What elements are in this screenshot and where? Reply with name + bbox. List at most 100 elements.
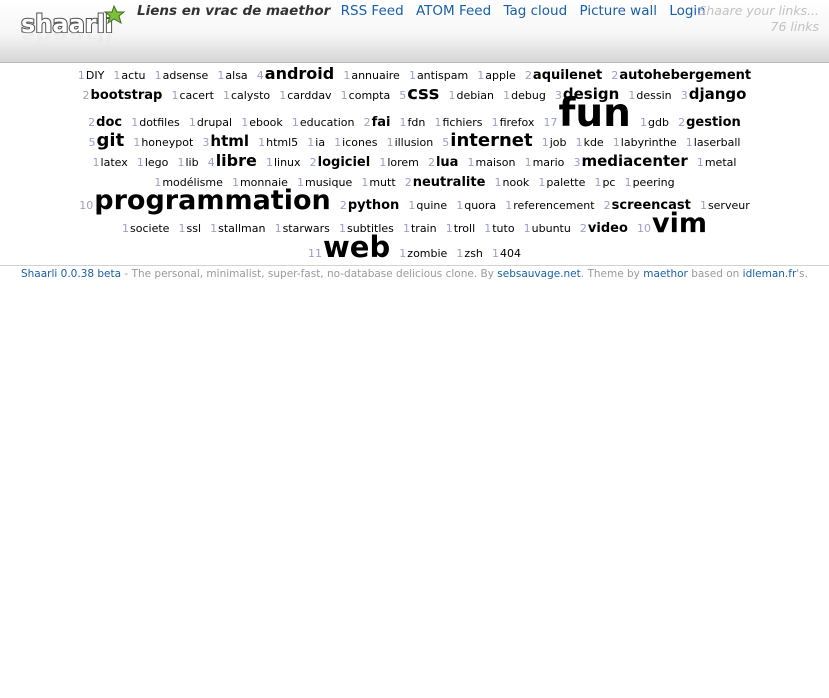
tag-link[interactable]: apple — [485, 69, 516, 82]
tag-link[interactable]: aquilenet — [533, 68, 602, 83]
tag-link[interactable]: metal — [705, 156, 737, 169]
tag-link[interactable]: societe — [130, 222, 169, 235]
tag-link[interactable]: firefox — [500, 116, 535, 129]
tag-link[interactable]: debug — [511, 89, 546, 102]
tag-link[interactable]: html — [210, 132, 249, 150]
tag-link[interactable]: illusion — [395, 136, 434, 149]
tag-link[interactable]: debian — [457, 89, 495, 102]
sebsauvage-link[interactable]: sebsauvage.net — [497, 268, 581, 280]
tag-link[interactable]: zombie — [407, 247, 447, 260]
tag-link[interactable]: internet — [450, 130, 532, 151]
tag-link[interactable]: video — [588, 221, 628, 236]
tag-link[interactable]: train — [411, 222, 437, 235]
tag-link[interactable]: adsense — [163, 69, 209, 82]
tag-link[interactable]: ubuntu — [532, 222, 571, 235]
tag-link[interactable]: lib — [185, 156, 198, 169]
tag-link[interactable]: zsh — [464, 247, 482, 260]
tag-link[interactable]: troll — [454, 222, 475, 235]
tag-count: 2 — [427, 156, 435, 169]
tag-link[interactable]: dessin — [636, 89, 671, 102]
tag-link[interactable]: lego — [145, 156, 169, 169]
tag-item: 1icones — [334, 131, 377, 150]
tag-link[interactable]: carddav — [287, 89, 331, 102]
tag-link[interactable]: python — [348, 198, 399, 213]
tag-link[interactable]: bootstrap — [91, 88, 163, 103]
tag-link[interactable]: quine — [416, 199, 447, 212]
tag-item: 1ebook — [241, 111, 283, 130]
tag-link[interactable]: palette — [546, 176, 585, 189]
tag-link[interactable]: mutt — [369, 176, 395, 189]
tag-link[interactable]: git — [97, 130, 125, 151]
tag-link[interactable]: quora — [464, 199, 496, 212]
tag-link[interactable]: mediacenter — [581, 152, 687, 170]
tag-link[interactable]: libre — [216, 151, 257, 170]
tag-link[interactable]: labyrinthe — [621, 136, 677, 149]
tag-link[interactable]: annuaire — [351, 69, 400, 82]
tag-link[interactable]: ebook — [249, 116, 283, 129]
tag-link[interactable]: serveur — [708, 199, 750, 212]
tag-link[interactable]: job — [550, 136, 567, 149]
tag-link[interactable]: DIY — [86, 69, 104, 82]
tag-link[interactable]: maison — [476, 156, 516, 169]
tag-link[interactable]: laserball — [694, 136, 741, 149]
tag-link[interactable]: linux — [274, 156, 301, 169]
tag-link[interactable]: logiciel — [318, 155, 371, 170]
tag-link[interactable]: gdb — [648, 116, 669, 129]
picture-wall-link[interactable]: Picture wall — [579, 3, 657, 19]
tag-link[interactable]: css — [407, 83, 439, 104]
tag-link[interactable]: actu — [121, 69, 145, 82]
tag-link[interactable]: 404 — [500, 247, 521, 260]
tag-count: 1 — [136, 156, 144, 169]
tag-count: 1 — [484, 222, 492, 235]
tag-link[interactable]: html5 — [266, 136, 298, 149]
tag-link[interactable]: antispam — [417, 69, 468, 82]
tag-link[interactable]: calysto — [231, 89, 270, 102]
idleman-link[interactable]: idleman.fr — [743, 268, 797, 280]
tag-link[interactable]: nook — [503, 176, 530, 189]
tag-count: 5 — [442, 136, 450, 149]
tag-link[interactable]: pc — [602, 176, 615, 189]
tag-link[interactable]: ia — [315, 136, 325, 149]
tag-link[interactable]: neutralite — [413, 175, 486, 190]
tag-link[interactable]: drupal — [197, 116, 232, 129]
tag-link[interactable]: fai — [372, 115, 391, 130]
tag-link[interactable]: fdn — [408, 116, 426, 129]
tag-link[interactable]: peering — [633, 176, 675, 189]
tag-link[interactable]: lorem — [387, 156, 419, 169]
tag-cloud-link[interactable]: Tag cloud — [503, 3, 567, 19]
tag-link[interactable]: alsa — [225, 69, 247, 82]
maethor-link[interactable]: maethor — [643, 268, 688, 280]
tag-count: 1 — [640, 116, 648, 129]
atom-feed-link[interactable]: ATOM Feed — [416, 3, 491, 19]
rss-feed-link[interactable]: RSS Feed — [341, 3, 404, 19]
tag-link[interactable]: compta — [349, 89, 391, 102]
tag-link[interactable]: education — [300, 116, 355, 129]
tag-link[interactable]: cacert — [179, 89, 213, 102]
tag-link[interactable]: latex — [101, 156, 128, 169]
tag-item: 1html5 — [258, 131, 298, 150]
search-input[interactable]: Shaare your links... — [698, 3, 819, 19]
tag-link[interactable]: gestion — [686, 115, 741, 130]
shaarli-logo[interactable]: shaarli shaarli — [18, 4, 128, 58]
tag-link[interactable]: fichiers — [442, 116, 482, 129]
tag-link[interactable]: mario — [533, 156, 565, 169]
tag-count: 1 — [340, 89, 348, 102]
tag-link[interactable]: android — [265, 64, 334, 83]
tag-link[interactable]: django — [689, 85, 747, 103]
tag-link[interactable]: web — [323, 230, 390, 264]
tag-link[interactable]: fun — [558, 91, 631, 136]
tag-link[interactable]: kde — [584, 136, 604, 149]
tag-link[interactable]: doc — [96, 115, 122, 130]
shaarli-version-link[interactable]: Shaarli 0.0.38 beta — [21, 268, 121, 280]
tag-link[interactable]: ssl — [187, 222, 202, 235]
tag-link[interactable]: tuto — [492, 222, 514, 235]
tag-link[interactable]: referencement — [513, 199, 594, 212]
tag-link[interactable]: programmation — [94, 185, 330, 216]
tag-link[interactable]: autohebergement — [619, 68, 751, 83]
tag-link[interactable]: dotfiles — [139, 116, 180, 129]
tag-link[interactable]: vim — [652, 208, 707, 239]
tag-link[interactable]: icones — [342, 136, 377, 149]
tag-link[interactable]: honeypot — [141, 136, 193, 149]
tag-link[interactable]: stallman — [218, 222, 265, 235]
tag-link[interactable]: lua — [436, 155, 458, 170]
